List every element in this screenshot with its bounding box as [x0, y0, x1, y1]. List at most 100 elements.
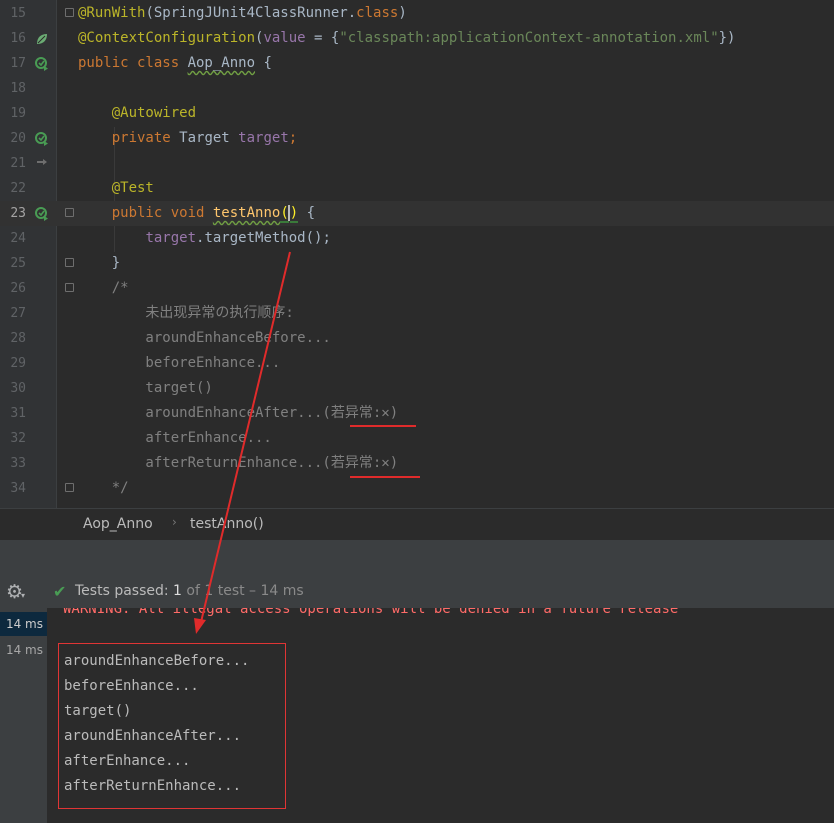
- panel-divider[interactable]: [0, 540, 834, 576]
- line-number: 25: [10, 256, 26, 271]
- line-number: 27: [10, 306, 26, 321]
- code-line[interactable]: 19 @Autowired: [0, 101, 834, 126]
- code-line[interactable]: 17 public class Aop_Anno {: [0, 51, 834, 76]
- fold-toggle-icon[interactable]: [65, 208, 74, 217]
- breadcrumb: Aop_Anno › testAnno(): [0, 508, 834, 540]
- code-line[interactable]: 16 @ContextConfiguration(value = {"classp…: [0, 26, 834, 51]
- code-editor[interactable]: 15 @RunWith(SpringJUnit4ClassRunner.class…: [0, 0, 834, 508]
- highlight-underline-33: [350, 476, 420, 478]
- code-text: afterReturnEnhance...(若异常:✕): [78, 451, 398, 476]
- code-line[interactable]: 28 aroundEnhanceBefore...: [0, 326, 834, 351]
- code-token: public void: [111, 205, 213, 221]
- code-token: target: [238, 130, 289, 146]
- code-token: beforeEnhance...: [78, 355, 281, 371]
- line-number: 33: [10, 456, 26, 471]
- run-test-icon[interactable]: [35, 207, 49, 221]
- code-token: Aop_Anno: [187, 55, 256, 71]
- code-line[interactable]: 22 @Test: [0, 176, 834, 201]
- line-number: 34: [10, 481, 26, 496]
- code-token: private: [111, 130, 180, 146]
- code-token: @Test: [111, 180, 154, 196]
- line-number: 20: [10, 131, 26, 146]
- code-text: afterEnhance...: [78, 426, 271, 451]
- code-line[interactable]: 31 aroundEnhanceAfter...(若异常:✕): [0, 401, 834, 426]
- line-number: 19: [10, 106, 26, 121]
- line-number: 29: [10, 356, 26, 371]
- code-token: /*: [78, 280, 129, 296]
- fold-toggle-icon[interactable]: [65, 483, 74, 492]
- code-token: {: [298, 205, 316, 221]
- line-number: 32: [10, 431, 26, 446]
- code-text: private Target target;: [78, 126, 297, 151]
- code-line[interactable]: 21: [0, 151, 834, 176]
- code-text: target.targetMethod();: [78, 226, 331, 251]
- breadcrumb-class[interactable]: Aop_Anno: [83, 516, 153, 532]
- line-number: 17: [10, 56, 26, 71]
- line-number: 30: [10, 381, 26, 396]
- code-line[interactable]: 29 beforeEnhance...: [0, 351, 834, 376]
- line-number: 18: [10, 81, 26, 96]
- console-line: beforeEnhance...: [64, 678, 199, 694]
- code-token: (SpringJUnit4ClassRunner.: [145, 5, 357, 21]
- code-token: .targetMethod();: [196, 230, 331, 246]
- test-tree-item[interactable]: 14 ms: [0, 638, 47, 662]
- fold-toggle-icon[interactable]: [65, 8, 74, 17]
- code-line[interactable]: 20 private Target target;: [0, 126, 834, 151]
- test-tree: 14 ms 14 ms: [0, 608, 47, 823]
- highlight-underline-31: [350, 425, 416, 427]
- line-number: 26: [10, 281, 26, 296]
- code-text: aroundEnhanceAfter...(若异常:✕): [78, 401, 398, 426]
- code-token: value: [263, 30, 306, 46]
- code-text: /*: [78, 276, 129, 301]
- spring-leaf-icon[interactable]: [35, 32, 49, 46]
- test-status-suffix: of 1 test – 14 ms: [181, 583, 304, 599]
- navigate-arrow-icon[interactable]: [35, 157, 49, 171]
- code-token: aroundEnhanceBefore...: [78, 330, 331, 346]
- breadcrumb-separator-icon: ›: [172, 515, 177, 529]
- code-token: class: [356, 5, 399, 21]
- chevron-down-icon: ▾: [21, 591, 26, 600]
- code-line[interactable]: 18: [0, 76, 834, 101]
- code-line[interactable]: 34 */: [0, 476, 834, 501]
- console-output[interactable]: WARNING: All illegal access operations w…: [47, 608, 834, 823]
- line-number: 15: [10, 6, 26, 21]
- run-test-icon[interactable]: [35, 132, 49, 146]
- code-token: ): [398, 5, 407, 21]
- code-token: }: [78, 255, 121, 271]
- code-token: 未出现异常の执行顺序:: [78, 305, 294, 321]
- code-line[interactable]: 32 afterEnhance...: [0, 426, 834, 451]
- code-token: @Autowired: [111, 105, 197, 121]
- fold-toggle-icon[interactable]: [65, 283, 74, 292]
- fold-toggle-icon[interactable]: [65, 258, 74, 267]
- code-token: = {: [305, 30, 340, 46]
- line-number: 23: [10, 206, 26, 221]
- code-line[interactable]: 27 未出现异常の执行顺序:: [0, 301, 834, 326]
- test-tree-item[interactable]: 14 ms: [0, 612, 47, 636]
- test-status: Tests passed: 1 of 1 test – 14 ms: [75, 583, 304, 599]
- run-test-icon[interactable]: [35, 57, 49, 71]
- code-token: {: [255, 55, 272, 71]
- console-warning: WARNING: All illegal access operations w…: [63, 608, 679, 617]
- line-number: 22: [10, 181, 26, 196]
- code-token: "classpath:applicationContext-annotation…: [339, 30, 719, 46]
- console-line: afterReturnEnhance...: [64, 778, 242, 794]
- code-line[interactable]: 26 /*: [0, 276, 834, 301]
- code-token: */: [78, 480, 129, 496]
- console-line: target(): [64, 703, 132, 719]
- console-line: aroundEnhanceBefore...: [64, 653, 250, 669]
- code-token: afterReturnEnhance...(若异常:✕): [78, 455, 399, 471]
- test-status-prefix: Tests passed:: [75, 583, 174, 599]
- code-line[interactable]: 23 public void testAnno() {: [0, 201, 834, 226]
- code-text: @ContextConfiguration(value = {"classpat…: [78, 26, 735, 51]
- code-line[interactable]: 24 target.targetMethod();: [0, 226, 834, 251]
- code-line[interactable]: 33 afterReturnEnhance...(若异常:✕): [0, 451, 834, 476]
- code-line[interactable]: 25 }: [0, 251, 834, 276]
- code-text: @RunWith(SpringJUnit4ClassRunner.class): [78, 1, 407, 26]
- code-token: @RunWith: [78, 5, 146, 21]
- breadcrumb-method[interactable]: testAnno(): [190, 516, 264, 532]
- code-line[interactable]: 30 target(): [0, 376, 834, 401]
- code-line[interactable]: 15 @RunWith(SpringJUnit4ClassRunner.class…: [0, 1, 834, 26]
